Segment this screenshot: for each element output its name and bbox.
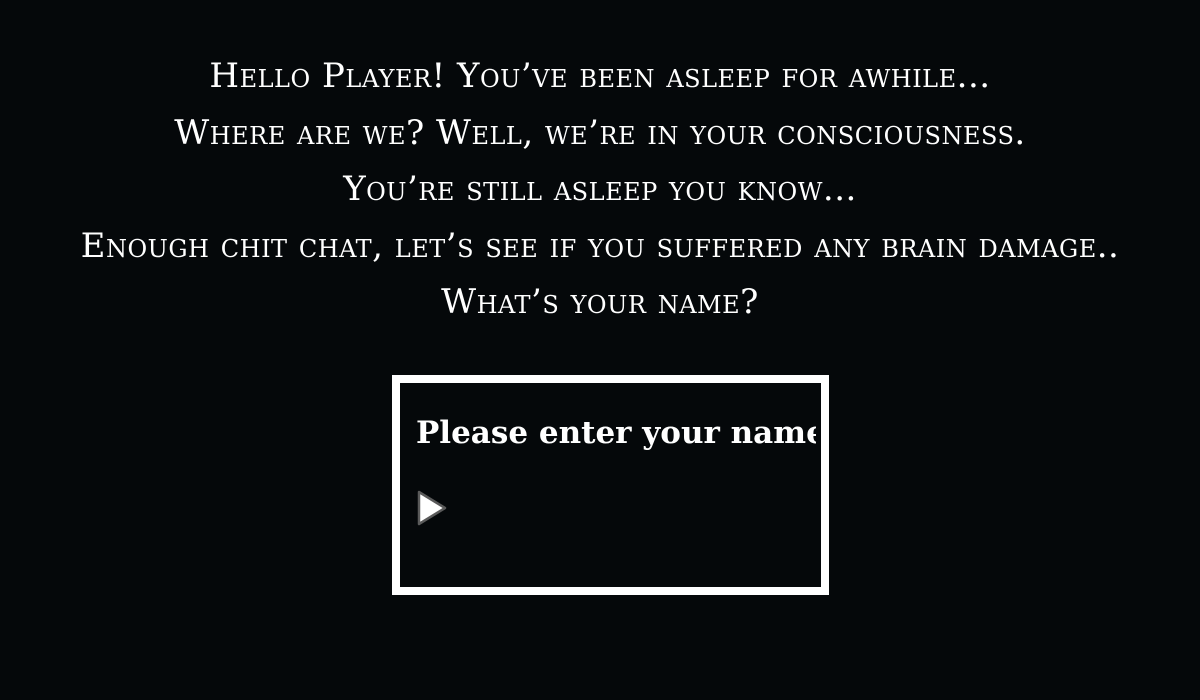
name-input[interactable]: [416, 411, 816, 455]
dialogue-line: What’s your name?: [441, 282, 759, 322]
name-entry-box: [392, 375, 829, 595]
submit-button[interactable]: [416, 487, 456, 529]
dialogue-line: Hello Player! You’ve been asleep for awh…: [209, 56, 991, 96]
dialogue-line: Where are we? Well, we’re in your consci…: [174, 112, 1026, 153]
play-icon: [416, 490, 456, 526]
dialogue-text: Hello Player! You’ve been asleep for awh…: [0, 48, 1200, 331]
dialogue-line: You’re still asleep you know...: [343, 169, 857, 209]
dialogue-line: Enough chit chat, let’s see if you suffe…: [80, 225, 1120, 266]
